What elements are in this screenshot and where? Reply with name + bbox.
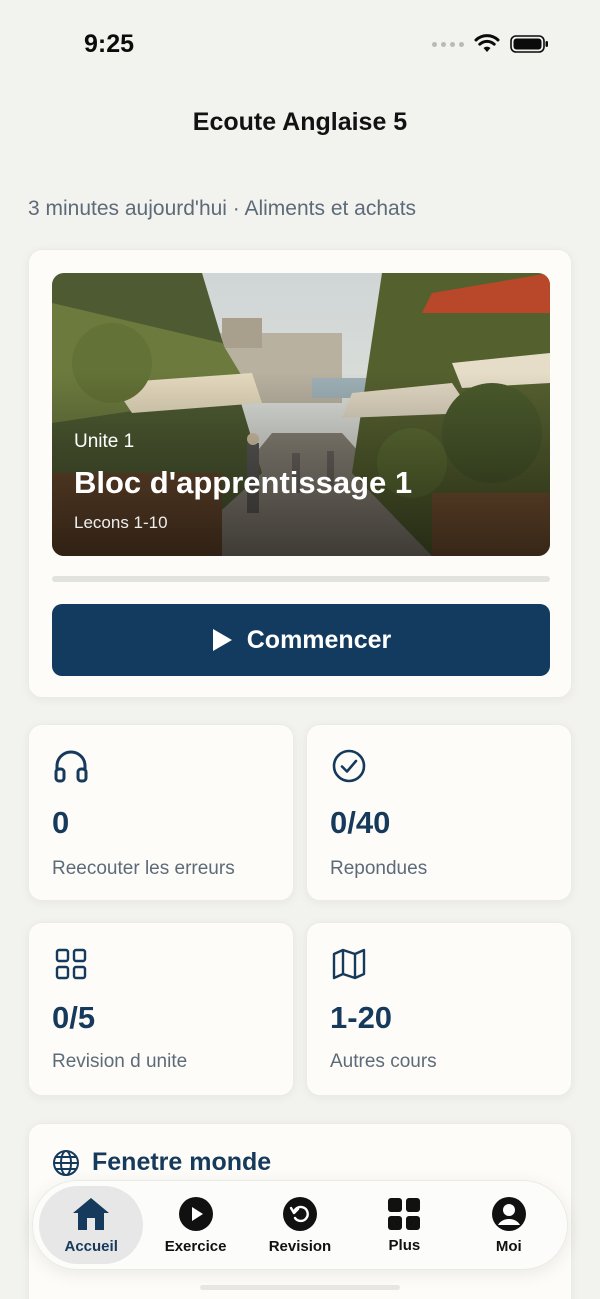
stat-card-mistakes[interactable]: 0 Reecouter les erreurs <box>28 724 294 901</box>
stat-value: 0/40 <box>330 805 391 840</box>
tab-revision[interactable]: Revision <box>248 1186 352 1264</box>
tab-label: Moi <box>495 1237 522 1255</box>
tab-exercise[interactable]: Exercice <box>144 1186 248 1264</box>
tab-home[interactable]: Accueil <box>39 1186 144 1264</box>
status-time: 9:25 <box>84 30 135 58</box>
tab-label: Exercice <box>164 1237 227 1255</box>
status-icons <box>432 34 550 54</box>
world-window-title: Fenetre monde <box>92 1148 272 1176</box>
check-circle-icon <box>332 749 366 783</box>
map-icon <box>332 948 366 980</box>
street-market-image: Unite 1 Bloc d'apprentissage 1 Lecons 1-… <box>52 273 550 556</box>
stat-label: Repondues <box>330 858 428 879</box>
home-indicator <box>200 1285 400 1290</box>
stat-label: Autres cours <box>330 1051 437 1072</box>
stat-card-answered[interactable]: 0/40 Repondues <box>306 724 572 901</box>
tab-profile[interactable]: Moi <box>457 1186 561 1264</box>
learning-block-card[interactable]: Unite 1 Bloc d'apprentissage 1 Lecons 1-… <box>28 249 572 698</box>
globe-icon <box>53 1149 79 1176</box>
profile-icon <box>491 1196 526 1231</box>
status-bar: 9:25 <box>0 0 600 90</box>
daily-summary: 3 minutes aujourd'hui · Aliments et acha… <box>28 197 417 220</box>
home-icon <box>73 1197 110 1230</box>
signal-icon <box>432 41 464 47</box>
play-icon <box>212 629 232 651</box>
start-button[interactable]: Commencer <box>52 604 550 676</box>
wifi-icon <box>474 34 500 52</box>
play-circle-icon <box>178 1196 213 1231</box>
headphones-icon <box>54 750 88 783</box>
stat-value: 1-20 <box>330 1000 393 1035</box>
tab-label: Plus <box>388 1236 421 1254</box>
world-window-header: Fenetre monde <box>52 1148 271 1177</box>
grid-icon <box>388 1197 421 1230</box>
stat-value: 0 <box>52 805 70 840</box>
lessons-range: Lecons 1-10 <box>74 513 168 532</box>
battery-icon <box>510 35 548 53</box>
block-title: Bloc d'apprentissage 1 <box>74 465 413 500</box>
page-title: Ecoute Anglaise 5 <box>192 108 408 136</box>
stat-card-other-courses[interactable]: 1-20 Autres cours <box>306 922 572 1096</box>
tab-label: Revision <box>268 1237 332 1255</box>
grid-icon <box>55 948 87 980</box>
stat-label: Revision d unite <box>52 1051 188 1072</box>
refresh-circle-icon <box>282 1196 317 1231</box>
stat-card-unit-review[interactable]: 0/5 Revision d unite <box>28 922 294 1096</box>
unit-label: Unite 1 <box>74 431 135 452</box>
bottom-tab-bar: Accueil Exercice Revision Plus Moi <box>32 1180 568 1270</box>
stat-value: 0/5 <box>52 1000 96 1035</box>
stat-label: Reecouter les erreurs <box>52 858 235 879</box>
start-button-label: Commencer <box>246 625 392 654</box>
block-progress-bar <box>52 576 550 582</box>
tab-label: Accueil <box>64 1237 118 1255</box>
tab-more[interactable]: Plus <box>352 1186 456 1264</box>
